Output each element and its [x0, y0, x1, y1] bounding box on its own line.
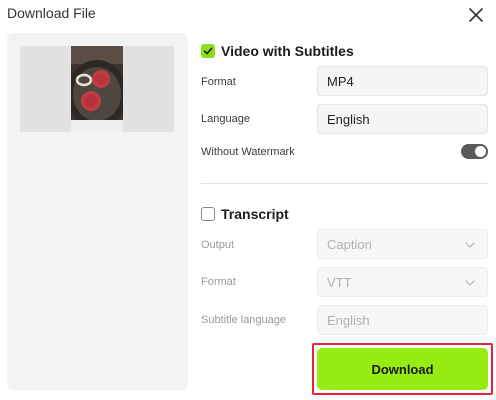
video-language-value: English: [327, 111, 370, 127]
subtitle-language-label: Subtitle language: [201, 314, 287, 326]
toggle-knob: [475, 146, 486, 157]
transcript-checkbox[interactable]: [201, 207, 215, 221]
section-divider: [201, 183, 489, 184]
close-icon[interactable]: [466, 5, 486, 25]
transcript-format-value: VTT: [327, 274, 352, 290]
transcript-format-select[interactable]: VTT: [317, 267, 488, 297]
video-thumbnail: [71, 46, 123, 132]
without-watermark-label: Without Watermark: [201, 146, 295, 158]
video-subtitles-label: Video with Subtitles: [221, 43, 354, 59]
download-button[interactable]: Download: [317, 348, 488, 390]
transcript-label: Transcript: [221, 206, 289, 222]
output-label: Output: [201, 239, 235, 251]
video-language-field[interactable]: English: [317, 104, 488, 134]
download-button-highlight: Download: [312, 343, 493, 395]
subtitle-language-value: English: [327, 312, 370, 328]
video-format-field[interactable]: MP4: [317, 66, 488, 96]
chevron-down-icon: [465, 242, 475, 248]
video-with-subtitles-option[interactable]: Video with Subtitles: [201, 43, 354, 59]
language-label: Language: [201, 113, 250, 125]
video-format-value: MP4: [327, 73, 354, 89]
output-value: Caption: [327, 236, 372, 252]
dialog-title: Download File: [7, 5, 96, 21]
preview-panel: [7, 33, 188, 390]
format-label: Format: [201, 76, 236, 88]
transcript-format-label: Format: [201, 276, 236, 288]
subtitle-language-field[interactable]: English: [317, 305, 488, 335]
transcript-option[interactable]: Transcript: [201, 206, 289, 222]
chevron-down-icon: [465, 280, 475, 286]
video-preview: [20, 46, 174, 132]
without-watermark-toggle[interactable]: [461, 144, 488, 159]
checkmark-icon: [203, 47, 213, 55]
output-select[interactable]: Caption: [317, 229, 488, 259]
download-file-dialog: Download File Video with Subtitles Forma…: [0, 0, 496, 400]
video-subtitles-checkbox[interactable]: [201, 44, 215, 58]
